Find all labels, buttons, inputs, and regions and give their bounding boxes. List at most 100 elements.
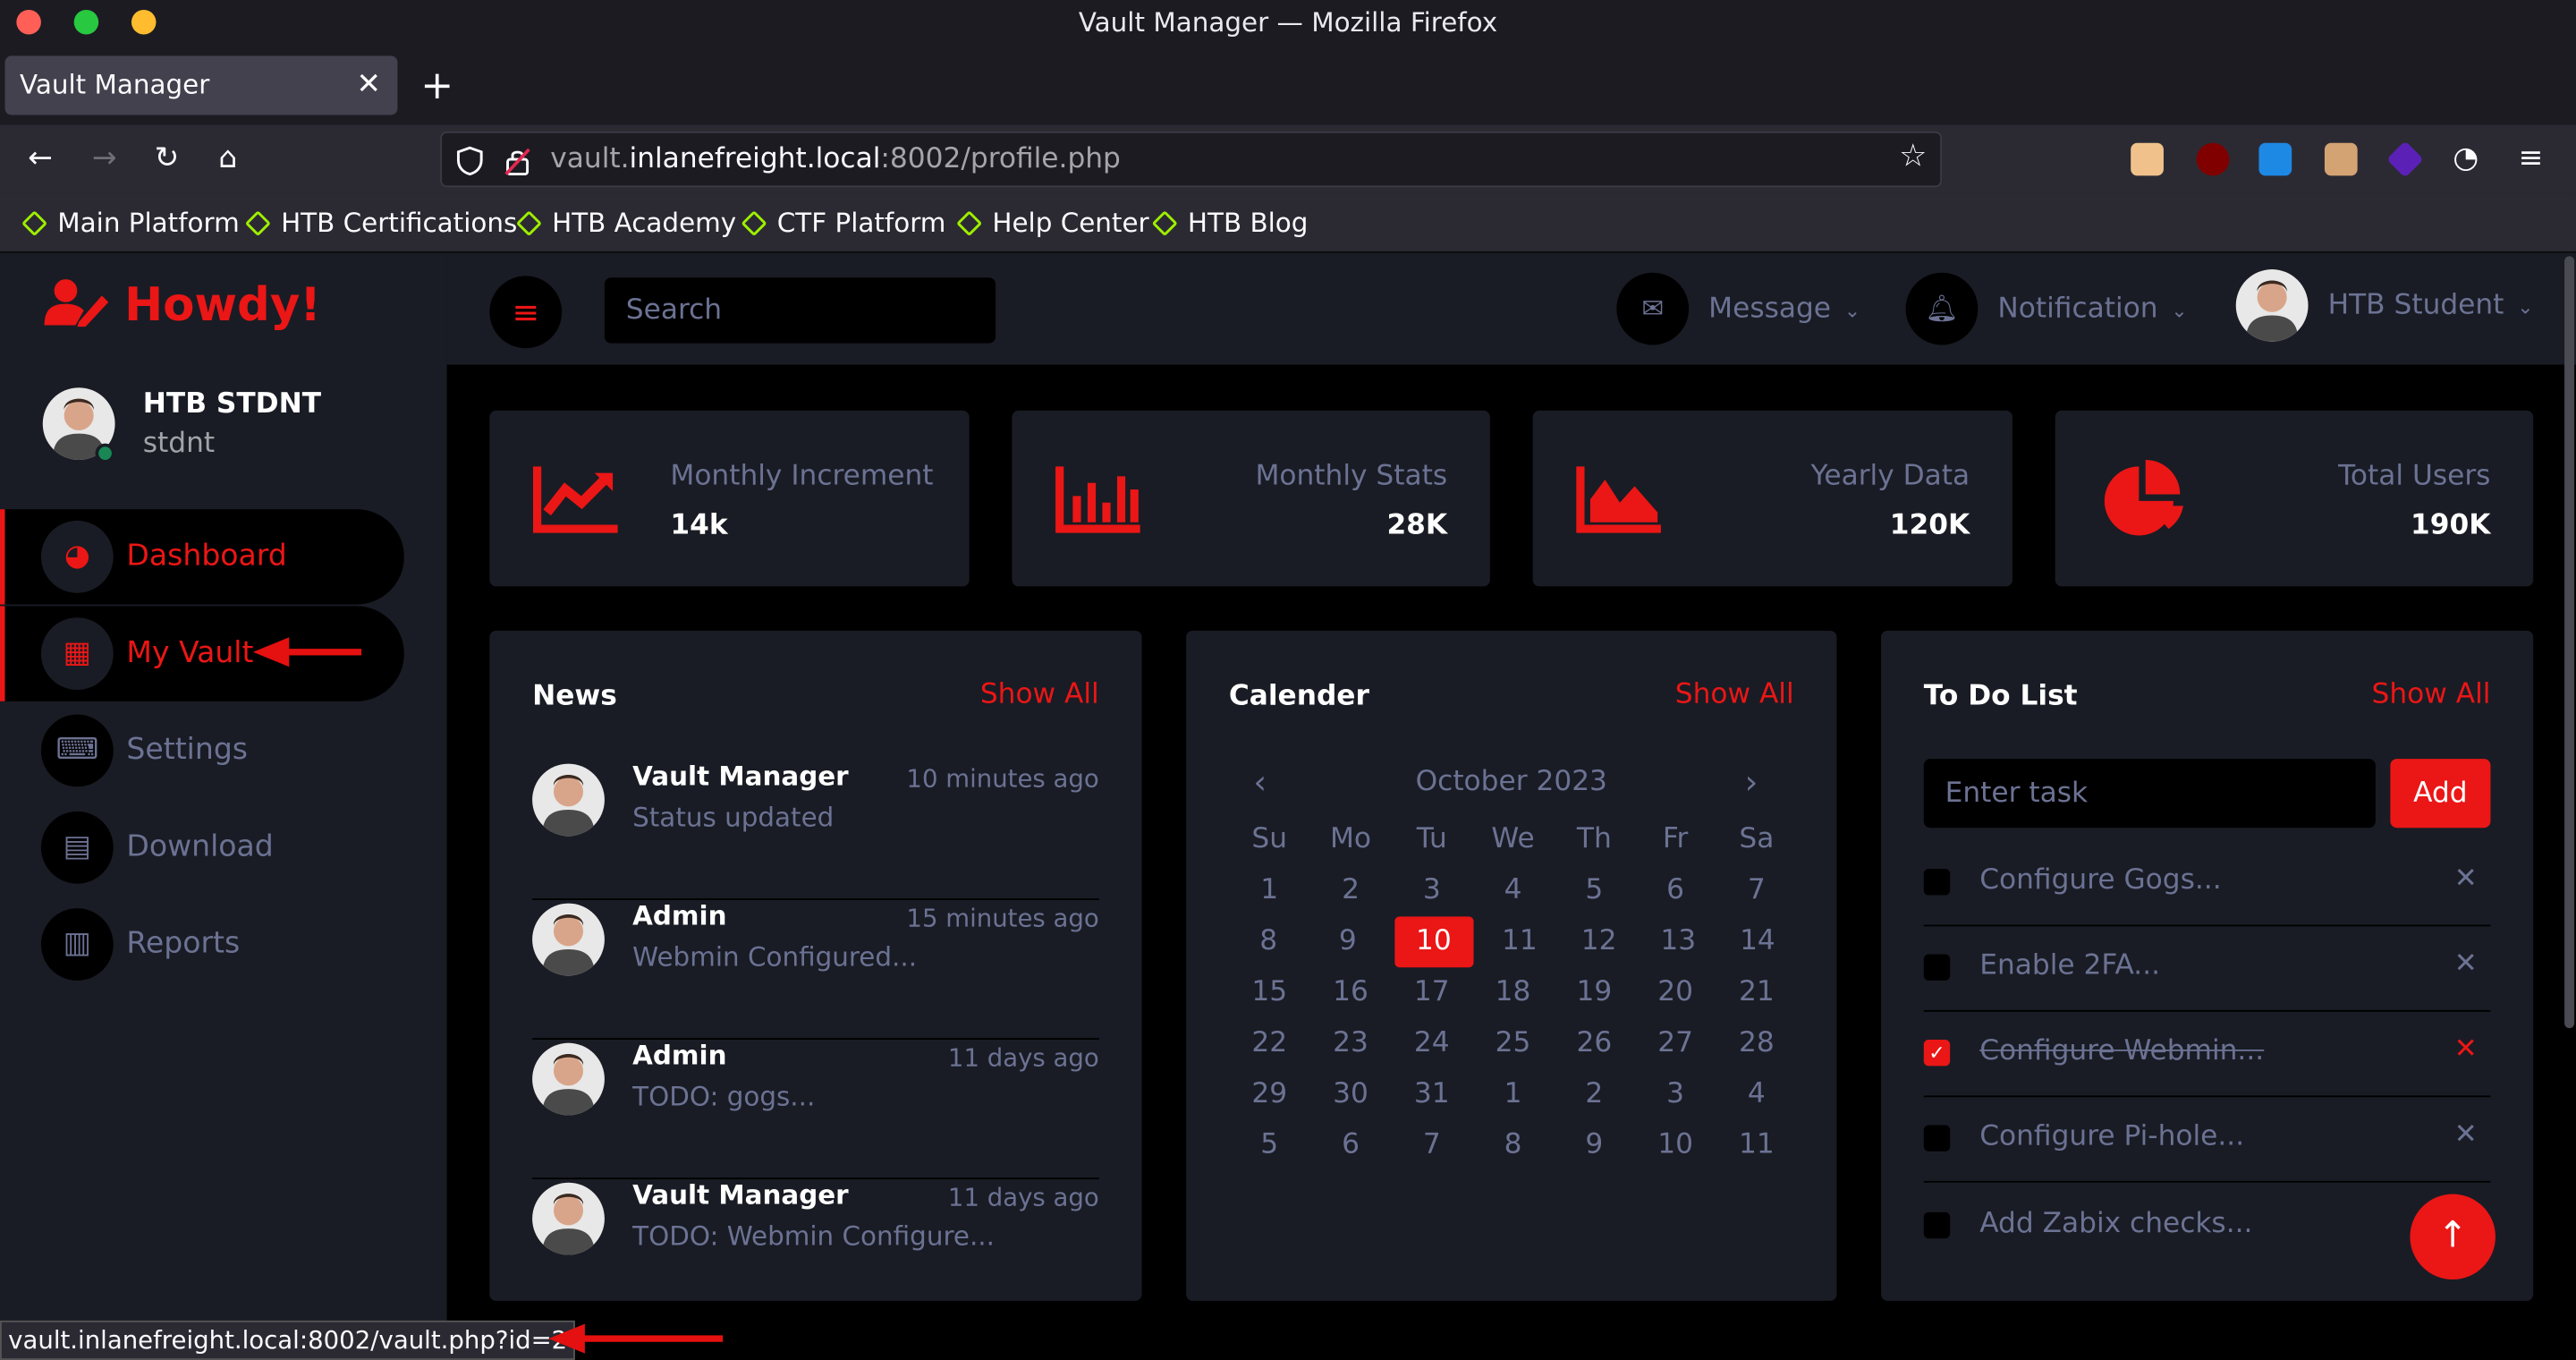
todo-checkbox-checked[interactable]: ✓ bbox=[1923, 1039, 1951, 1067]
calendar-day[interactable]: 12 bbox=[1559, 916, 1639, 967]
bookmark-htb-certifications[interactable]: HTB Certifications bbox=[244, 194, 517, 253]
calendar-day[interactable]: 1 bbox=[1472, 1069, 1554, 1120]
calendar-day[interactable]: 26 bbox=[1554, 1018, 1635, 1069]
calendar-day[interactable]: 5 bbox=[1554, 865, 1635, 916]
calendar-day[interactable]: 5 bbox=[1229, 1120, 1310, 1171]
sidebar-item-reports[interactable]: ▥ Reports bbox=[0, 897, 404, 991]
address-bar[interactable]: vault.inlanefreight.local:8002/profile.p… bbox=[440, 131, 1942, 188]
sidebar-item-settings[interactable]: ⌨ Settings bbox=[0, 703, 404, 798]
delete-task-icon[interactable]: ✕ bbox=[2454, 863, 2478, 896]
back-icon[interactable]: ← bbox=[28, 140, 53, 179]
page-scrollbar[interactable] bbox=[2564, 256, 2575, 1029]
maximize-window-icon[interactable] bbox=[73, 10, 99, 35]
calendar-day[interactable]: 11 bbox=[1480, 916, 1560, 967]
calendar-day-today[interactable]: 10 bbox=[1394, 916, 1474, 968]
bookmark-star-icon[interactable]: ☆ bbox=[1899, 138, 1927, 174]
calendar-day[interactable]: 16 bbox=[1310, 967, 1392, 1018]
calendar-day[interactable]: 6 bbox=[1310, 1120, 1392, 1171]
calendar-day[interactable]: 18 bbox=[1472, 967, 1554, 1018]
todo-show-all-link[interactable]: Show All bbox=[2372, 678, 2491, 711]
calendar-day[interactable]: 6 bbox=[1635, 865, 1716, 916]
hamburger-menu-icon[interactable]: ≡ bbox=[2519, 140, 2544, 179]
ublock-icon[interactable] bbox=[2196, 142, 2230, 176]
calendar-day[interactable]: 1 bbox=[1229, 865, 1310, 916]
news-item[interactable]: Admin 11 days ago TODO: gogs... bbox=[532, 1040, 1099, 1180]
calendar-day[interactable]: 19 bbox=[1554, 967, 1635, 1018]
calendar-day[interactable]: 9 bbox=[1554, 1120, 1635, 1171]
calendar-day[interactable]: 23 bbox=[1310, 1018, 1392, 1069]
calendar-day[interactable]: 17 bbox=[1391, 967, 1472, 1018]
calendar-day[interactable]: 8 bbox=[1229, 916, 1309, 967]
news-item[interactable]: Vault Manager 11 days ago TODO: Webmin C… bbox=[532, 1179, 1099, 1319]
delete-task-icon[interactable]: ✕ bbox=[2454, 948, 2478, 981]
reload-icon[interactable]: ↻ bbox=[155, 140, 180, 179]
calendar-day[interactable]: 25 bbox=[1472, 1018, 1554, 1069]
add-task-button[interactable]: Add bbox=[2390, 759, 2491, 829]
search-input[interactable] bbox=[604, 277, 996, 344]
calendar-day[interactable]: 31 bbox=[1391, 1069, 1472, 1120]
delete-task-icon[interactable]: ✕ bbox=[2454, 1033, 2478, 1067]
calendar-day[interactable]: 13 bbox=[1639, 916, 1718, 967]
calendar-day[interactable]: 3 bbox=[1635, 1069, 1716, 1120]
user-dropdown[interactable]: HTB Student ⌄ bbox=[2235, 269, 2534, 342]
calendar-day[interactable]: 2 bbox=[1310, 865, 1392, 916]
cookie-icon[interactable]: ◔ bbox=[2453, 140, 2479, 179]
close-tab-icon[interactable]: ✕ bbox=[356, 55, 381, 115]
window-titlebar: Vault Manager — Mozilla Firefox bbox=[0, 0, 2576, 47]
s-extension-icon[interactable] bbox=[2258, 142, 2292, 176]
todo-checkbox[interactable] bbox=[1923, 954, 1951, 981]
calendar-day[interactable]: 22 bbox=[1229, 1018, 1310, 1069]
forward-icon[interactable]: → bbox=[92, 140, 117, 179]
bookmark-htb-academy[interactable]: HTB Academy bbox=[515, 194, 736, 253]
calendar-day[interactable]: 24 bbox=[1391, 1018, 1472, 1069]
home-icon[interactable]: ⌂ bbox=[218, 140, 237, 179]
calendar-day[interactable]: 8 bbox=[1472, 1120, 1554, 1171]
message-dropdown[interactable]: ✉ Message ⌄ bbox=[1616, 272, 1860, 345]
close-window-icon[interactable] bbox=[16, 10, 41, 35]
calendar-day[interactable]: 10 bbox=[1635, 1120, 1716, 1171]
delete-task-icon[interactable]: ✕ bbox=[2454, 1118, 2478, 1152]
back-to-top-button[interactable]: ↑ bbox=[2410, 1194, 2496, 1280]
calendar-day[interactable]: 7 bbox=[1716, 865, 1797, 916]
calendar-day[interactable]: 15 bbox=[1229, 967, 1310, 1018]
tab-vault-manager[interactable]: Vault Manager ✕ bbox=[4, 55, 398, 115]
calendar-day[interactable]: 11 bbox=[1716, 1120, 1797, 1171]
sidebar-item-download[interactable]: ▤ Download bbox=[0, 800, 404, 895]
extension-icon[interactable] bbox=[2131, 142, 2164, 176]
news-show-all-link[interactable]: Show All bbox=[980, 678, 1099, 711]
todo-checkbox[interactable] bbox=[1923, 1125, 1951, 1152]
calendar-day[interactable]: 7 bbox=[1391, 1120, 1472, 1171]
calendar-show-all-link[interactable]: Show All bbox=[1675, 678, 1794, 711]
calendar-day[interactable]: 2 bbox=[1554, 1069, 1635, 1120]
calendar-day[interactable]: 21 bbox=[1716, 967, 1797, 1018]
todo-checkbox[interactable] bbox=[1923, 1211, 1951, 1239]
news-item[interactable]: Vault Manager 10 minutes ago Status upda… bbox=[532, 761, 1099, 900]
calendar-day[interactable]: 28 bbox=[1716, 1018, 1797, 1069]
calendar-day[interactable]: 4 bbox=[1472, 865, 1554, 916]
sidebar-item-dashboard[interactable]: ◕ Dashboard bbox=[0, 509, 404, 605]
menu-toggle-icon[interactable]: ≡ bbox=[489, 276, 563, 349]
minimize-window-icon[interactable] bbox=[131, 10, 157, 35]
new-tab-icon[interactable]: + bbox=[420, 55, 453, 115]
calendar-day[interactable]: 20 bbox=[1635, 967, 1716, 1018]
notification-dropdown[interactable]: 🔔︎ Notification ⌄ bbox=[1905, 272, 2188, 345]
bookmark-main-platform[interactable]: Main Platform bbox=[21, 194, 240, 253]
calendar-day[interactable]: 4 bbox=[1716, 1069, 1797, 1120]
calendar-day[interactable]: 9 bbox=[1309, 916, 1388, 967]
todo-checkbox[interactable] bbox=[1923, 869, 1951, 896]
burp-extension-icon[interactable] bbox=[2324, 142, 2358, 176]
brand-logo[interactable]: Howdy! bbox=[43, 276, 321, 335]
bookmark-ctf-platform[interactable]: CTF Platform bbox=[741, 194, 945, 253]
bell-icon: 🔔︎ bbox=[1905, 272, 1979, 345]
task-input[interactable] bbox=[1923, 759, 2376, 829]
news-item[interactable]: Admin 15 minutes ago Webmin Configured..… bbox=[532, 900, 1099, 1040]
purple-extension-icon[interactable] bbox=[2386, 140, 2424, 178]
calendar-day[interactable]: 3 bbox=[1391, 865, 1472, 916]
next-month-icon[interactable]: › bbox=[1745, 762, 1758, 802]
bookmark-htb-blog[interactable]: HTB Blog bbox=[1151, 194, 1308, 253]
bookmark-help-center[interactable]: Help Center bbox=[956, 194, 1149, 253]
calendar-day[interactable]: 29 bbox=[1229, 1069, 1310, 1120]
calendar-day[interactable]: 14 bbox=[1718, 916, 1798, 967]
calendar-day[interactable]: 30 bbox=[1310, 1069, 1392, 1120]
calendar-day[interactable]: 27 bbox=[1635, 1018, 1716, 1069]
